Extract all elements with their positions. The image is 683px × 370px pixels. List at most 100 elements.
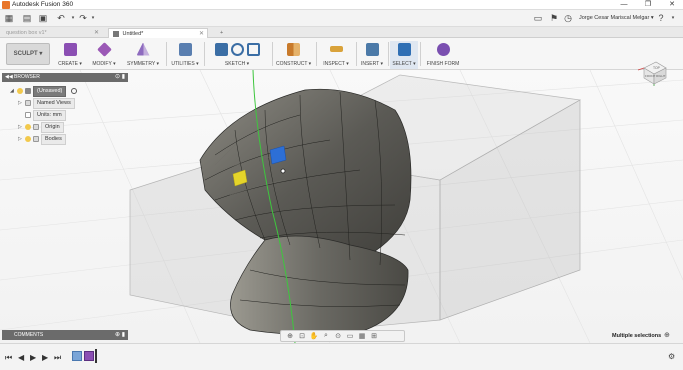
- status-options-icon[interactable]: ⊕: [664, 331, 670, 339]
- go-to-end-icon[interactable]: ⏭: [54, 353, 61, 363]
- symmetry-group[interactable]: SYMMETRY ▾: [126, 41, 160, 69]
- step-forward-icon[interactable]: ▶: [42, 353, 48, 362]
- minimize-button[interactable]: —: [614, 0, 634, 10]
- title-bar: Autodesk Fusion 360 — ❐ ✕: [0, 0, 683, 10]
- tab-untitled[interactable]: Untitled* ✕: [108, 28, 208, 38]
- browser-node-label: Bodies: [41, 134, 66, 145]
- selection-point[interactable]: [280, 168, 286, 174]
- workspace-switcher[interactable]: SCULPT ▾: [6, 43, 50, 65]
- utilities-label: UTILITIES ▾: [171, 61, 199, 67]
- viewcube-top-label[interactable]: TOP: [653, 66, 661, 70]
- activate-radio-icon[interactable]: [70, 87, 77, 94]
- help-dropdown-icon[interactable]: ▾: [668, 13, 678, 23]
- close-tab-icon[interactable]: ✕: [94, 28, 99, 38]
- toolbar-divider: [388, 42, 389, 66]
- fit-icon[interactable]: ⊙: [333, 332, 343, 340]
- tab-question-box[interactable]: question box v1* ✕: [2, 28, 102, 38]
- play-icon[interactable]: ▶: [30, 353, 36, 362]
- navigation-bar: ⊕ ⊡ ✋ ⌕ ⊙ ▭ ▦ ⊞: [280, 330, 405, 342]
- lightbulb-icon[interactable]: [17, 87, 23, 94]
- sketch-group[interactable]: SKETCH ▾: [206, 41, 268, 69]
- folder-icon: [33, 135, 39, 142]
- timeline-marker[interactable]: [95, 349, 97, 363]
- display-settings-icon[interactable]: ▭: [345, 332, 355, 340]
- browser-header[interactable]: ◀◀ BROWSER ⊙ ▮: [2, 73, 128, 82]
- zoom-icon[interactable]: ⌕: [321, 332, 331, 340]
- browser-title: BROWSER: [14, 74, 40, 80]
- view-cube[interactable]: TOP FRONT RIGHT: [632, 56, 672, 86]
- orbit-icon[interactable]: ⊕: [285, 332, 295, 340]
- file-menu-icon[interactable]: ▤: [22, 13, 32, 23]
- lightbulb-icon[interactable]: [25, 123, 31, 130]
- browser-node-units[interactable]: Units: mm: [25, 110, 66, 121]
- toolbar-divider: [272, 42, 273, 66]
- undo-dropdown-icon[interactable]: ▾: [68, 13, 78, 23]
- comments-panel-header[interactable]: COMMENTS ⊕ ▮: [2, 330, 128, 340]
- modify-group[interactable]: MODIFY ▾: [90, 41, 118, 69]
- construct-group[interactable]: CONSTRUCT ▾: [276, 41, 311, 69]
- help-clock-icon[interactable]: ◷: [563, 13, 573, 23]
- expand-arrow-icon[interactable]: ▷: [18, 123, 25, 132]
- inspect-group[interactable]: INSPECT ▾: [320, 41, 352, 69]
- browser-node-root[interactable]: ◢ (Unsaved): [10, 86, 77, 97]
- folder-icon: [25, 99, 31, 106]
- select-group[interactable]: SELECT ▾: [390, 41, 418, 69]
- document-tab-bar: question box v1* ✕ Untitled* ✕ +: [0, 27, 683, 38]
- redo-dropdown-icon[interactable]: ▾: [88, 13, 98, 23]
- units-icon: [25, 111, 31, 118]
- ribbon-toolbar: SCULPT ▾ CREATE ▾ MODIFY ▾ SYMMETRY ▾ UT…: [0, 38, 683, 70]
- data-panel-grid-icon[interactable]: ▦: [4, 13, 14, 23]
- viewcube-right-label[interactable]: RIGHT: [656, 74, 666, 78]
- timeline-settings-icon[interactable]: ⚙: [668, 352, 675, 361]
- browser-node-bodies[interactable]: ▷ Bodies: [18, 134, 66, 145]
- go-to-start-icon[interactable]: ⏮: [5, 353, 12, 363]
- create-form-icon: [63, 42, 77, 56]
- new-tab-button[interactable]: +: [216, 28, 228, 38]
- user-account-menu[interactable]: Jorge Cesar Mariscal Melgar ▾: [579, 15, 654, 21]
- toolbar-divider: [316, 42, 317, 66]
- document-icon: [25, 87, 31, 94]
- close-button[interactable]: ✕: [662, 0, 682, 10]
- folder-icon: [33, 123, 39, 130]
- expand-arrow-icon[interactable]: ▷: [18, 135, 25, 144]
- redo-icon[interactable]: ↷: [78, 13, 88, 23]
- viewports-icon[interactable]: ⊞: [369, 332, 379, 340]
- help-icon[interactable]: ?: [656, 13, 666, 23]
- selection-status: Multiple selections: [612, 333, 662, 339]
- document-icon: [113, 30, 119, 37]
- save-icon[interactable]: ▣: [38, 13, 48, 23]
- create-label: CREATE ▾: [58, 61, 82, 67]
- insert-group[interactable]: INSERT ▾: [358, 41, 386, 69]
- look-at-icon[interactable]: ⊡: [297, 332, 307, 340]
- utilities-group[interactable]: UTILITIES ▾: [170, 41, 200, 69]
- browser-options-icon[interactable]: ⊙ ▮: [115, 73, 125, 82]
- window-title: Autodesk Fusion 360: [12, 1, 74, 8]
- viewcube-front-label[interactable]: FRONT: [645, 74, 655, 78]
- collapse-panel-icon[interactable]: ◀◀: [5, 73, 13, 82]
- lightbulb-icon[interactable]: [25, 135, 31, 142]
- construct-icon: [286, 42, 300, 56]
- restore-button[interactable]: ❐: [638, 0, 658, 10]
- browser-node-origin[interactable]: ▷ Origin: [18, 122, 64, 133]
- create-group[interactable]: CREATE ▾: [56, 41, 84, 69]
- tab-label: Untitled*: [122, 31, 144, 37]
- finish-form-label: FINISH FORM: [426, 61, 460, 67]
- notification-icon[interactable]: ⚑: [549, 13, 559, 23]
- comments-options-icon[interactable]: ⊕ ▮: [115, 330, 125, 340]
- pan-hand-icon[interactable]: ✋: [309, 332, 319, 340]
- job-status-icon[interactable]: ▭: [533, 13, 543, 23]
- expand-arrow-icon[interactable]: ◢: [10, 87, 17, 96]
- timeline-feature-sculpt-icon[interactable]: [84, 351, 94, 361]
- tsplines-body[interactable]: [199, 88, 412, 335]
- timeline-bar: ⏮ ◀ ▶ ▶ ⏭ ⚙: [0, 343, 683, 370]
- finish-form-group[interactable]: FINISH FORM: [424, 41, 462, 69]
- timeline-feature-form-icon[interactable]: [72, 351, 82, 361]
- browser-node-named-views[interactable]: ▷ Named Views: [18, 98, 75, 109]
- inspect-label: INSPECT ▾: [323, 61, 349, 67]
- undo-icon[interactable]: ↶: [56, 13, 66, 23]
- expand-arrow-icon[interactable]: ▷: [18, 99, 25, 108]
- step-back-icon[interactable]: ◀: [18, 353, 24, 362]
- arc-icon: [230, 42, 244, 56]
- toolbar-divider: [356, 42, 357, 66]
- grid-settings-icon[interactable]: ▦: [357, 332, 367, 340]
